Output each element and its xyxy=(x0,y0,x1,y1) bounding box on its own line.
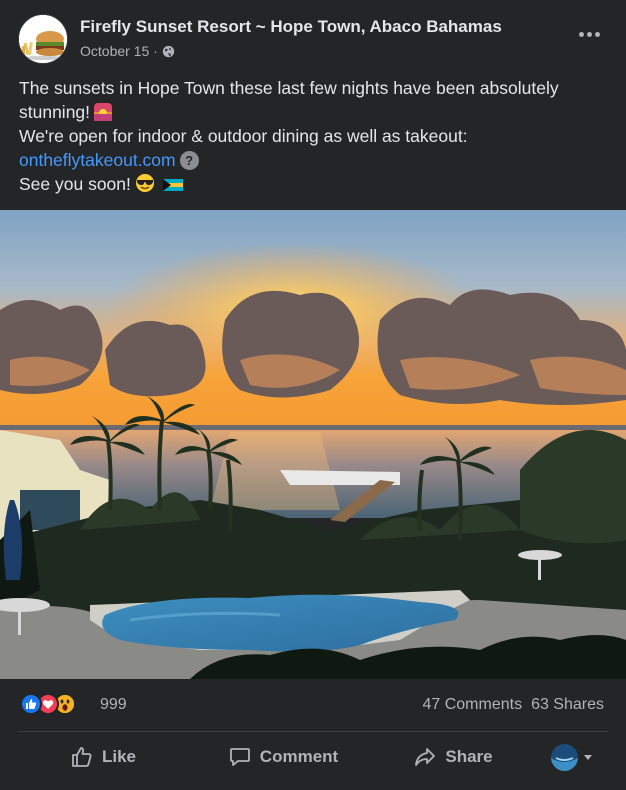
post-stats: 999 47 Comments 63 Shares xyxy=(0,686,626,724)
reaction-icons[interactable] xyxy=(20,693,76,715)
post-text-line: ontheflytakeout.com? xyxy=(19,148,614,172)
comments-count[interactable]: 47 Comments xyxy=(422,696,522,714)
post-date[interactable]: October 15 xyxy=(80,43,149,59)
chevron-down-icon xyxy=(584,755,592,760)
page-name-link[interactable]: Firefly Sunset Resort ~ Hope Town, Abaco… xyxy=(80,17,502,37)
more-dot xyxy=(578,31,584,37)
reaction-count[interactable]: 999 xyxy=(100,696,127,714)
globe-icon[interactable] xyxy=(162,45,175,58)
user-avatar xyxy=(551,743,578,771)
bahamas-flag-emoji xyxy=(162,179,183,191)
thumbs-up-outline-icon xyxy=(72,747,92,767)
like-label: Like xyxy=(101,747,137,766)
share-button[interactable]: Share xyxy=(378,737,528,777)
post-header: Firefly Sunset Resort ~ Hope Town, Abaco… xyxy=(18,14,608,64)
post-text-line: The sunsets in Hope Town these last few … xyxy=(19,78,559,98)
post-text-line: See you soon! xyxy=(19,172,614,196)
comment-label: Comment xyxy=(259,747,339,766)
audience-selector[interactable] xyxy=(528,743,608,771)
like-reaction-icon xyxy=(20,693,42,715)
post-card: Firefly Sunset Resort ~ Hope Town, Abaco… xyxy=(0,0,626,790)
share-arrow-icon xyxy=(415,748,436,766)
thumbs-up-icon xyxy=(26,699,37,709)
like-button[interactable]: Like xyxy=(18,737,188,777)
meta-separator: · xyxy=(153,43,158,59)
more-options-icon[interactable] xyxy=(574,24,604,44)
share-label: Share xyxy=(445,747,493,766)
post-text-line: We're open for indoor & outdoor dining a… xyxy=(19,126,468,146)
more-dot xyxy=(594,31,600,37)
sunglasses-emoji xyxy=(135,174,154,192)
heart-icon xyxy=(42,700,54,709)
burger-logo-icon xyxy=(19,15,67,63)
post-actions: Like Comment Share xyxy=(18,733,608,781)
sunset-pool-photo[interactable] xyxy=(0,210,626,679)
shares-count[interactable]: 63 Shares xyxy=(531,696,604,714)
engagement-counts: 47 Comments 63 Shares xyxy=(422,696,604,714)
post-text: The sunsets in Hope Town these last few … xyxy=(19,76,614,196)
actions-divider-top xyxy=(18,731,608,732)
user-avatar-image xyxy=(551,743,578,771)
link-help-icon[interactable]: ? xyxy=(179,151,199,170)
sunset-emoji xyxy=(94,103,113,121)
post-text-segment: See you soon! xyxy=(19,174,131,194)
post-text-line: stunning! xyxy=(19,100,614,124)
takeout-link[interactable]: ontheflytakeout.com xyxy=(19,150,176,170)
comment-bubble-icon xyxy=(229,748,250,766)
post-meta: October 15 · xyxy=(80,43,175,59)
more-dot xyxy=(586,31,592,37)
post-text-segment: stunning! xyxy=(19,102,91,122)
comment-button[interactable]: Comment xyxy=(188,737,378,777)
page-avatar[interactable] xyxy=(18,14,68,64)
